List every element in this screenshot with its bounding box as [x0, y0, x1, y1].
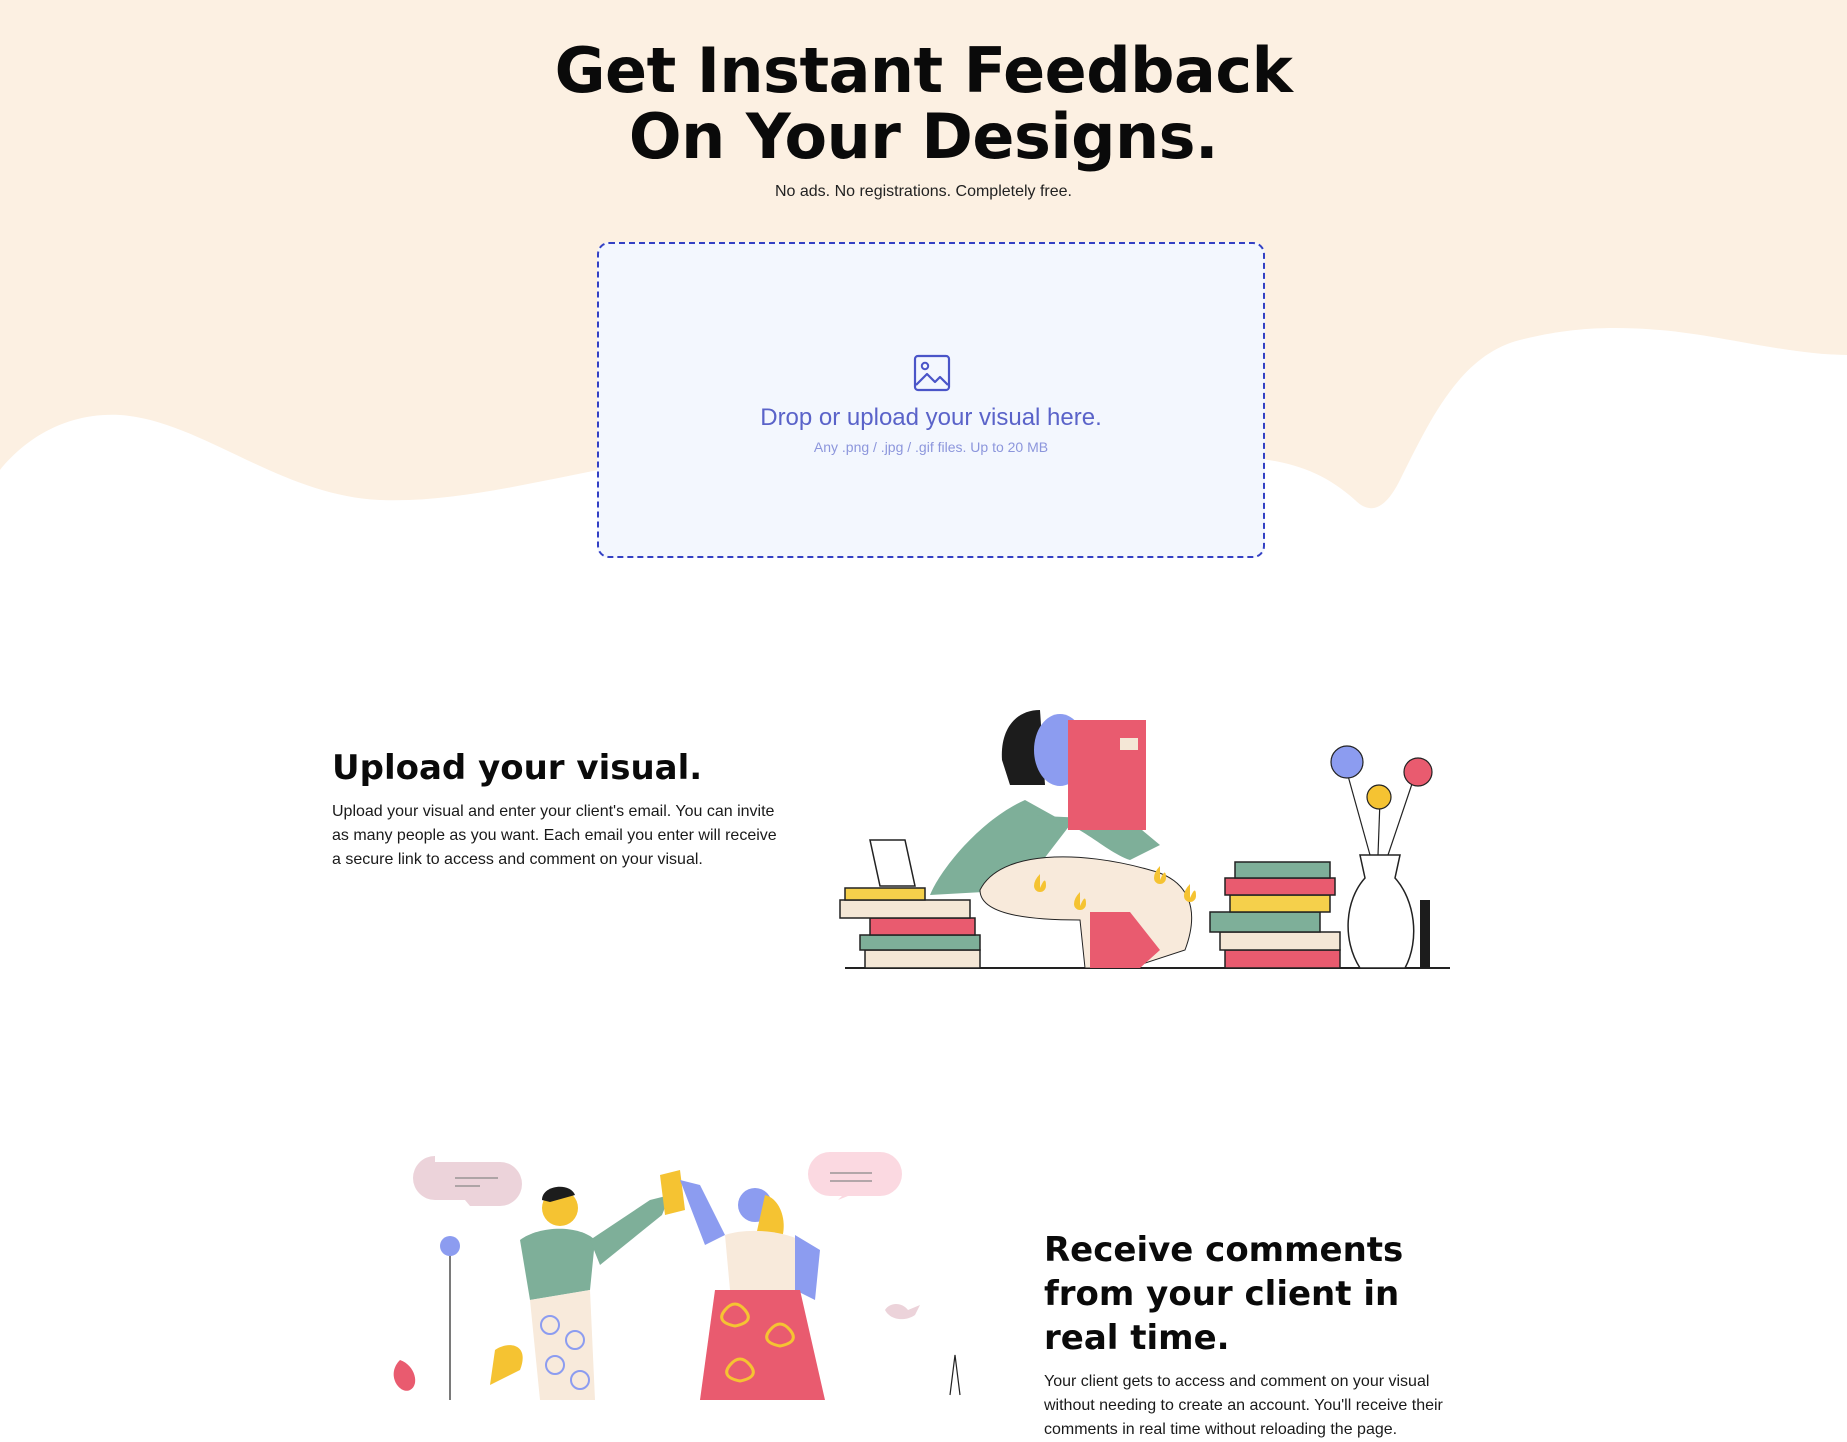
hero-title-line-2: On Your Designs.: [628, 100, 1219, 173]
hero-subtitle: No ads. No registrations. Completely fre…: [774, 183, 1072, 200]
feature-upload: Upload your visual. Upload your visual a…: [332, 746, 782, 872]
dropzone-title: Drop or upload your visual here.: [760, 404, 1102, 431]
hero-title: Get Instant Feedback On Your Designs.: [0, 38, 1847, 170]
feature-realtime-comments: Receive comments from your client in rea…: [1044, 1228, 1474, 1442]
high-five-illustration: [393, 1152, 961, 1400]
feature-upload-title: Upload your visual.: [332, 748, 703, 788]
upload-dropzone[interactable]: Drop or upload your visual here. Any .pn…: [597, 242, 1265, 558]
dropzone-file-hint: Any .png / .jpg / .gif files. Up to 20 M…: [813, 439, 1049, 455]
feature-upload-body: Upload your visual and enter your client…: [332, 803, 777, 868]
woman-reading-illustration: [839, 710, 1450, 969]
feature-realtime-body: Your client gets to access and comment o…: [1044, 1373, 1443, 1438]
image-icon: [913, 354, 951, 392]
hero-title-line-1: Get Instant Feedback: [554, 34, 1293, 107]
feature-realtime-title: Receive comments from your client in rea…: [1044, 1230, 1404, 1358]
